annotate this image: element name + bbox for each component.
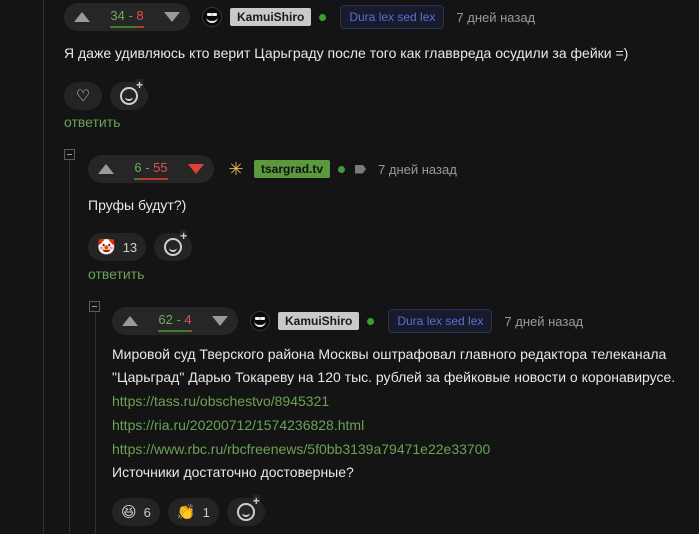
comment-header: 6 - 55 ✳ tsargrad.tv 7 дней назад	[88, 155, 688, 183]
comment-actions: 🤡 13	[88, 230, 688, 261]
comment-actions: ♡	[64, 79, 684, 110]
rating-plus: 62	[158, 312, 173, 327]
grinning-face-icon: 😆	[121, 503, 137, 521]
comment-time[interactable]: 7 дней назад	[456, 10, 535, 25]
add-reaction-button[interactable]	[226, 495, 265, 526]
reply-link[interactable]: ответить	[88, 266, 144, 282]
comment-text: Источники достаточно достоверные?	[112, 464, 354, 480]
add-emoji-icon	[236, 495, 260, 521]
reaction-button[interactable]: 🤡 13	[88, 233, 147, 261]
comment: 34 - 8 KamuiShiro Dura lex sed lex 7 дне…	[64, 3, 684, 110]
upvote-arrow-icon[interactable]	[98, 164, 114, 174]
upvote-arrow-icon[interactable]	[74, 12, 90, 22]
reply-link[interactable]: ответить	[64, 114, 120, 130]
online-status-icon	[319, 13, 327, 21]
comment-text: Я даже удивляюсь кто верит Царьграду пос…	[64, 45, 629, 61]
author-name[interactable]: KamuiShiro	[278, 312, 360, 330]
reaction-button[interactable]: 😆 6	[112, 498, 160, 526]
comment: 62 - 4 KamuiShiro Dura lex sed lex 7 дне…	[112, 307, 697, 526]
avatar[interactable]: ✳	[226, 159, 246, 179]
rating-minus: 55	[153, 160, 168, 175]
rating-score: 62 - 4	[158, 312, 192, 332]
comment-body: Мировой суд Тверского района Москвы оштр…	[112, 343, 697, 484]
downvote-arrow-icon[interactable]	[164, 12, 180, 22]
thread-line	[43, 0, 44, 534]
comment-text: Пруфы будут?)	[88, 197, 187, 213]
online-status-icon	[367, 317, 375, 325]
rating-widget: 6 - 55	[88, 155, 214, 183]
source-link[interactable]: https://ria.ru/20200712/1574236828.html	[112, 413, 697, 437]
rating-widget: 62 - 4	[112, 307, 238, 335]
comment-header: 62 - 4 KamuiShiro Dura lex sed lex 7 дне…	[112, 307, 697, 335]
online-status-icon	[338, 165, 346, 173]
rating-minus: 8	[136, 8, 144, 23]
community-badge[interactable]: Dura lex sed lex	[340, 5, 445, 29]
thread-line	[95, 312, 96, 534]
rating-plus: 34	[110, 8, 125, 23]
add-reaction-button[interactable]	[154, 230, 193, 261]
rating-score: 34 - 8	[110, 8, 144, 28]
comment-time[interactable]: 7 дней назад	[378, 162, 457, 177]
comment-text: Мировой суд Тверского района Москвы оштр…	[112, 346, 667, 362]
comment: 6 - 55 ✳ tsargrad.tv 7 дней назад Пруфы …	[88, 155, 688, 261]
thread-line	[69, 160, 70, 534]
comment-text: "Царьград" Дарью Токареву на 120 тыс. ру…	[112, 369, 676, 385]
collapse-toggle[interactable]	[64, 149, 75, 160]
reaction-count: 1	[202, 504, 210, 520]
rating-widget: 34 - 8	[64, 3, 190, 31]
tag-icon	[355, 164, 367, 174]
comment-actions: 😆 6 👏 1	[112, 495, 697, 526]
rating-minus: 4	[184, 312, 192, 327]
clown-face-icon: 🤡	[97, 238, 116, 256]
rating-plus: 6	[134, 160, 142, 175]
clapping-hands-icon: 👏	[176, 503, 196, 521]
upvote-arrow-icon[interactable]	[122, 316, 138, 326]
downvote-arrow-icon[interactable]	[188, 164, 204, 174]
downvote-arrow-icon[interactable]	[212, 316, 228, 326]
avatar[interactable]	[250, 311, 270, 331]
add-emoji-icon	[164, 230, 188, 256]
like-button[interactable]: ♡	[64, 82, 102, 110]
comment-header: 34 - 8 KamuiShiro Dura lex sed lex 7 дне…	[64, 3, 684, 31]
heart-icon: ♡	[75, 88, 91, 105]
author-name[interactable]: tsargrad.tv	[254, 160, 331, 178]
author-name[interactable]: KamuiShiro	[230, 8, 312, 26]
community-badge[interactable]: Dura lex sed lex	[388, 309, 493, 333]
source-link[interactable]: https://www.rbc.ru/rbcfreenews/5f0bb3139…	[112, 437, 697, 461]
avatar[interactable]	[202, 7, 222, 27]
source-link[interactable]: https://tass.ru/obschestvo/8945321	[112, 389, 697, 413]
add-reaction-button[interactable]	[110, 79, 148, 110]
rating-score: 6 - 55	[134, 160, 168, 180]
add-emoji-icon	[120, 79, 144, 105]
reaction-button[interactable]: 👏 1	[167, 498, 219, 526]
reaction-count: 13	[122, 239, 138, 255]
comment-time[interactable]: 7 дней назад	[504, 314, 583, 329]
reaction-count: 6	[143, 504, 151, 520]
collapse-toggle[interactable]	[89, 301, 100, 312]
